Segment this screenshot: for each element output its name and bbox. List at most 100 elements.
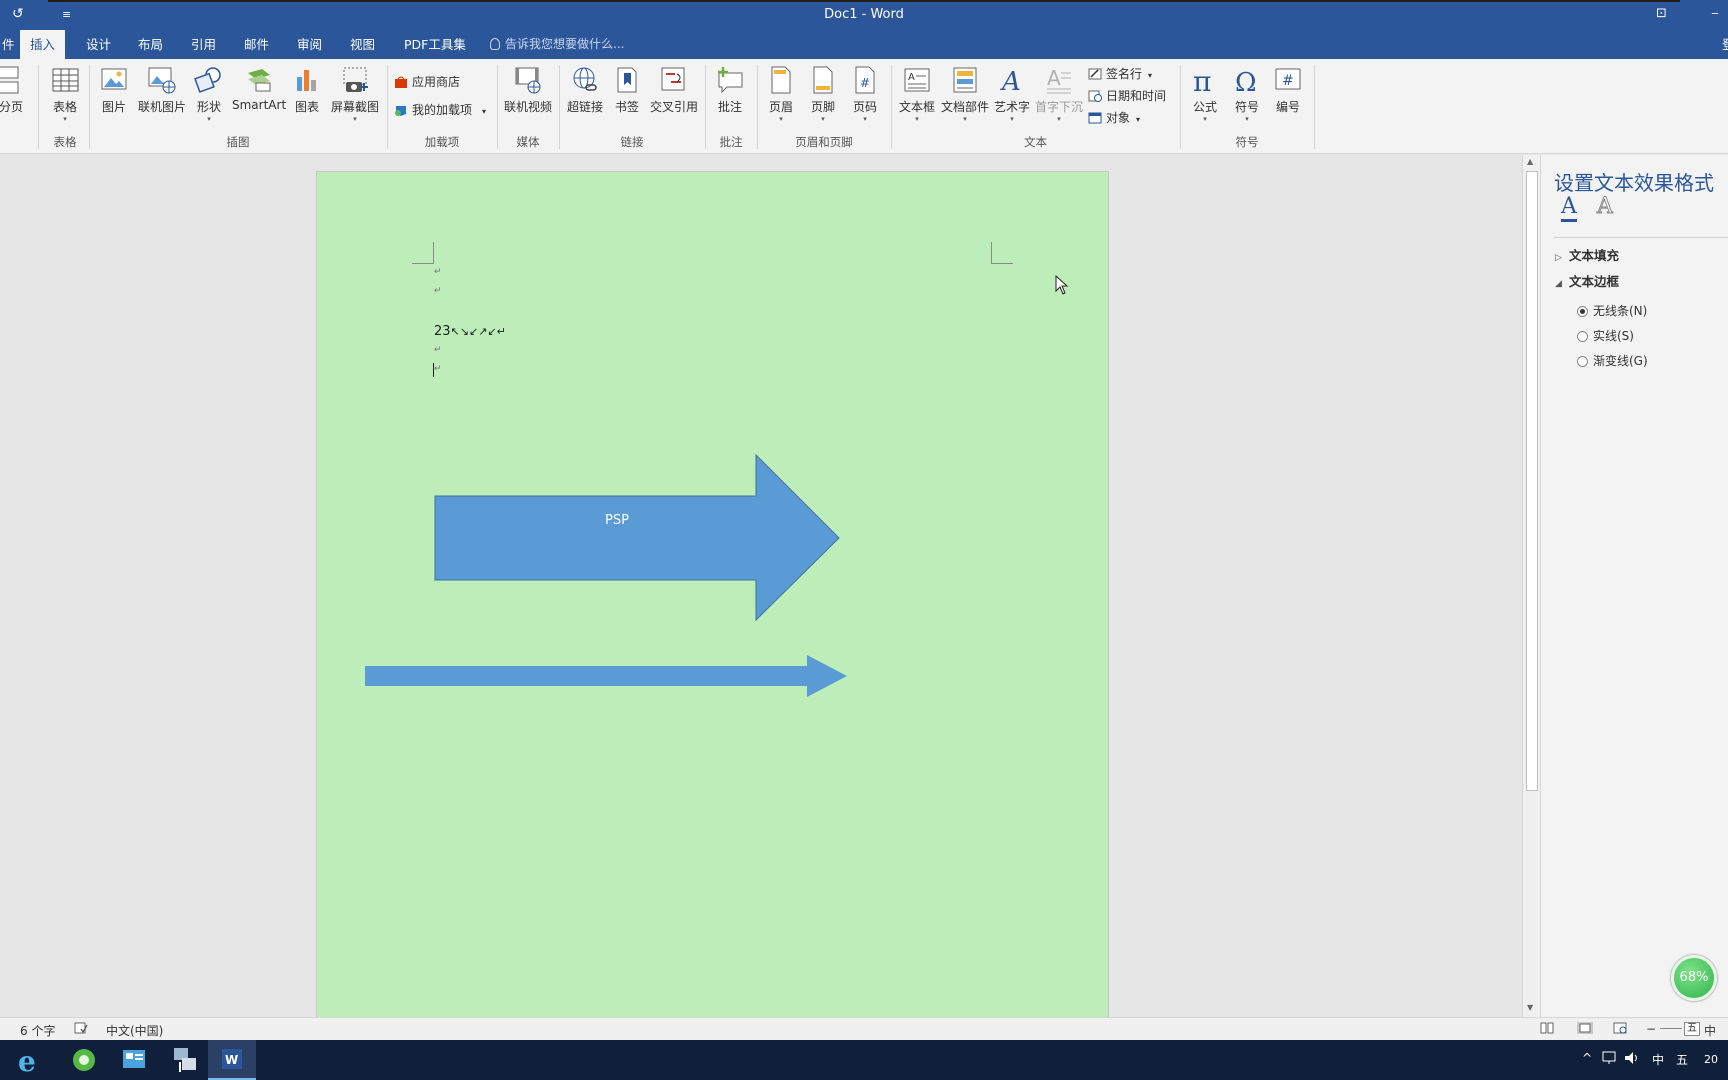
restore-ribbon-icon[interactable]: ⊡ [1656,6,1667,21]
network-tool-icon[interactable] [160,1040,208,1080]
footer-button[interactable]: 页脚 ▾ [808,65,838,123]
tray-ime-indicator[interactable]: 中 [1652,1051,1664,1068]
radio-button[interactable] [1577,306,1588,317]
symbol-button[interactable]: Ω 符号 ▾ [1230,65,1264,123]
svg-text:#: # [860,76,870,90]
online-video-icon [513,65,543,95]
ie-browser-icon[interactable]: e [6,1040,54,1080]
vertical-scrollbar[interactable]: ▲ ▼ [1522,155,1540,1017]
web-layout-icon[interactable] [1613,1022,1627,1037]
equation-button[interactable]: π 公式 ▾ [1188,65,1222,123]
performance-badge[interactable]: 68% [1671,955,1717,1001]
scroll-up-icon[interactable]: ▲ [1527,157,1533,166]
control-panel-icon[interactable] [110,1040,158,1080]
omega-icon: Ω [1232,65,1262,98]
object-button[interactable]: 对象 ▾ [1088,109,1140,126]
tab-review[interactable]: 审阅 [287,30,332,59]
page-break-button[interactable]: 分页 [0,65,26,115]
picture-button[interactable]: 图片 [97,65,131,115]
new-comment-button[interactable]: 批注 [714,65,746,115]
zoom-slider[interactable] [1660,1028,1682,1029]
section-text-outline[interactable]: ◢ 文本边框 [1555,271,1619,290]
page-number-button[interactable]: # 页码 ▾ [850,65,880,123]
volume-tray-icon[interactable] [1624,1051,1640,1068]
radio-gradient-line[interactable]: 渐变线(G) [1577,352,1648,369]
shapes-layer [365,453,847,697]
group-illustrations-label: 插图 [226,135,250,149]
read-mode-icon[interactable] [1540,1022,1554,1037]
quick-parts-button[interactable]: 文档部件 ▾ [940,65,990,123]
signin-link[interactable]: 登 [1712,30,1728,59]
group-links-label: 链接 [620,135,644,149]
comment-icon [715,65,745,95]
svg-text:#: # [1282,73,1294,89]
tray-wubi-indicator[interactable]: 五 [1676,1051,1688,1068]
smartart-button[interactable]: SmartArt [232,65,286,112]
smartart-icon [244,65,274,95]
calendar-clock-icon [1088,90,1102,102]
hyperlink-button[interactable]: 超链接 [566,65,604,115]
clock[interactable]: 20 [1704,1053,1718,1066]
title-bar: ↺ ≡ Doc1 - Word ⊡ ─ [0,0,1728,30]
cross-reference-button[interactable]: 交叉引用 [648,65,700,115]
print-layout-icon[interactable] [1577,1022,1593,1037]
network-tray-icon[interactable] [1602,1051,1618,1068]
online-video-button[interactable]: 联机视频 [503,65,553,115]
wordart-button[interactable]: A 艺术字 ▾ [993,65,1031,123]
pane-divider [1554,237,1728,238]
chart-button[interactable]: 图表 [292,65,322,115]
show-hidden-icons[interactable]: ^ [1582,1051,1592,1065]
drop-cap-button[interactable]: A 首字下沉 ▾ [1034,65,1084,123]
online-picture-button[interactable]: 联机图片 [137,65,187,115]
tab-layout[interactable]: 布局 [128,30,173,59]
tab-insert[interactable]: 插入 [20,30,66,59]
shape-label: PSP [605,513,629,528]
tab-view[interactable]: 视图 [340,30,385,59]
radio-button[interactable] [1577,356,1588,367]
number-sign-icon: # [1273,65,1303,95]
page-break-icon [0,65,26,95]
text-effects-tab-icon[interactable]: A [1597,194,1614,219]
store-button[interactable]: 应用商店 [394,73,460,90]
shapes-button[interactable]: 形状 ▾ [193,65,225,123]
signature-line-button[interactable]: 签名行 ▾ [1088,65,1152,82]
tell-me-box[interactable]: 告诉我您想要做什么... [490,30,624,59]
bookmark-button[interactable]: 书签 [612,65,642,115]
date-time-button[interactable]: 日期和时间 [1088,87,1166,104]
language-indicator[interactable]: 中文(中国) [106,1022,163,1039]
radio-solid-line[interactable]: 实线(S) [1577,327,1634,344]
minimize-icon[interactable]: ─ [1712,9,1718,20]
radio-button[interactable] [1577,331,1588,342]
tab-mailings[interactable]: 邮件 [234,30,279,59]
numbering-button[interactable]: # 编号 [1272,65,1304,115]
proofing-icon[interactable] [74,1022,88,1037]
ime-wubi-icon[interactable]: 五 [1684,1022,1700,1036]
my-addins-button[interactable]: 我的加载项 ▾ [394,101,486,118]
quick-parts-icon [950,65,980,95]
green-app-icon[interactable] [60,1040,108,1080]
tab-pdf-tools[interactable]: PDF工具集 [394,30,476,59]
section-text-fill[interactable]: ▷ 文本填充 [1555,245,1619,264]
thin-arrow-shape[interactable] [365,655,847,697]
scroll-down-icon[interactable]: ▼ [1527,1003,1533,1012]
word-taskbar-icon[interactable]: W [208,1040,256,1080]
header-button[interactable]: 页眉 ▾ [766,65,796,123]
pane-title: 设置文本效果格式 [1554,171,1714,195]
document-page[interactable]: ↵ ↵ 23↖↘↙↗↙↵ ↵ ↵ PSP [316,171,1109,1021]
screenshot-button[interactable]: 屏幕截图 ▾ [328,65,382,123]
group-media-label: 媒体 [516,135,540,149]
text-fill-outline-tab-icon[interactable]: A [1561,195,1577,222]
zoom-out-button[interactable]: − [1646,1022,1656,1036]
scroll-thumb[interactable] [1526,171,1538,791]
tab-references[interactable]: 引用 [181,30,226,59]
document-area[interactable]: ↵ ↵ 23↖↘↙↗↙↵ ↵ ↵ PSP [0,155,1522,1021]
cross-reference-icon [659,65,689,95]
table-button[interactable]: 表格 ▾ [48,65,82,123]
radio-no-line[interactable]: 无线条(N) [1577,302,1647,319]
text-box-button[interactable]: A 文本框 ▾ [897,65,937,123]
block-arrow-shape[interactable] [434,453,840,622]
ime-mode-indicator[interactable]: 中 [1704,1022,1716,1039]
tab-design[interactable]: 设计 [76,30,121,59]
pi-icon: π [1190,65,1220,98]
word-count[interactable]: 6 个字 [20,1022,55,1039]
